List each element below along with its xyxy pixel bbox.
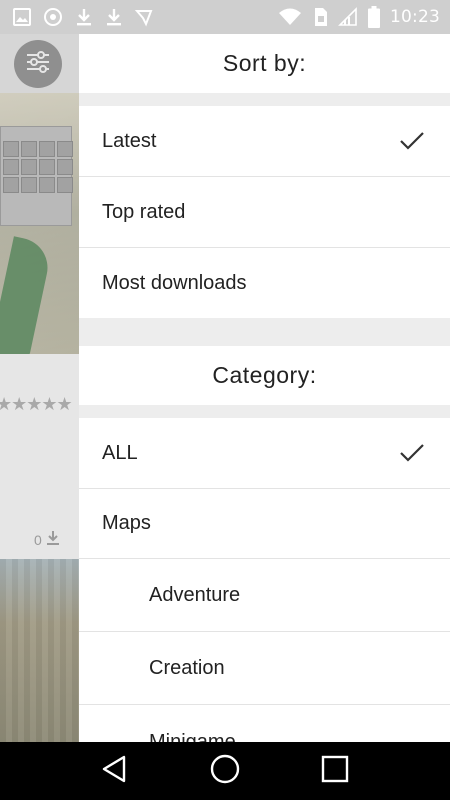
category-label: Adventure [149,583,241,606]
background-header [0,34,79,93]
home-icon [209,753,241,790]
category-item-minigame[interactable]: Minigame [79,705,450,742]
category-title: Category: [79,346,450,405]
sort-option-label: Most downloads [102,271,247,294]
status-right-icons: 10:23 [278,6,440,28]
background-app-content: ★★★★★ 0 [0,34,79,742]
download-icon [45,530,61,549]
cast-icon [42,7,64,27]
sort-option-most-downloads[interactable]: Most downloads [79,248,450,318]
signal-icon [338,7,358,27]
category-item-maps[interactable]: Maps [79,489,450,559]
map-thumbnail-2[interactable] [0,559,79,742]
category-label: Creation [149,656,225,679]
sort-option-top-rated[interactable]: Top rated [79,177,450,248]
rating-stars: ★★★★★ [0,394,73,414]
sort-option-label: Latest [102,129,157,152]
recents-icon [320,754,350,789]
sort-option-label: Top rated [102,200,186,223]
inventory-graphic [0,126,73,226]
section-divider [79,405,450,418]
category-label: Maps [102,512,151,534]
map-card-info: ★★★★★ 0 [0,354,79,559]
filter-button[interactable] [14,40,62,88]
battery-icon [368,6,380,28]
category-item-creation[interactable]: Creation [79,632,450,705]
sim-card-icon [312,7,328,27]
filter-drawer: Sort by: Latest Top rated Most downloads… [79,34,450,742]
download-count-value: 0 [34,531,42,548]
clock: 10:23 [390,7,440,27]
category-item-all[interactable]: ALL [79,418,450,489]
messenger-icon [134,7,154,27]
status-left-icons [12,7,154,27]
image-icon [12,7,32,27]
download-count: 0 [34,530,61,549]
download-icon [104,7,124,27]
category-label: ALL [102,441,138,464]
download-icon [74,7,94,27]
wifi-icon [278,7,302,27]
sort-by-title: Sort by: [79,34,450,93]
sliders-icon [24,50,52,79]
section-divider [79,93,450,106]
checkmark-icon [398,127,426,155]
status-bar: 10:23 [0,0,450,34]
category-item-adventure[interactable]: Adventure [79,559,450,632]
home-button[interactable] [201,747,249,795]
checkmark-icon [398,439,426,467]
back-icon [100,754,130,789]
category-label: Minigame [149,731,236,742]
section-divider [79,318,450,346]
back-button[interactable] [91,747,139,795]
sort-option-latest[interactable]: Latest [79,106,450,177]
recents-button[interactable] [311,747,359,795]
navigation-bar [0,742,450,800]
